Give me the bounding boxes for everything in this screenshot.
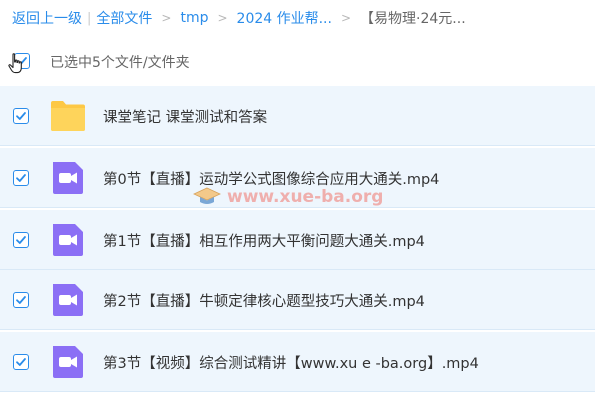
file-name[interactable]: 第0节【直播】运动学公式图像综合应用大通关.mp4 xyxy=(103,168,439,189)
chevron-right-icon: > xyxy=(161,11,172,25)
hand-pointer-icon xyxy=(8,53,22,74)
checkmark-icon xyxy=(16,296,26,304)
row-checkbox[interactable] xyxy=(13,170,29,186)
file-row-folder[interactable]: 课堂笔记 课堂测试和答案 xyxy=(0,86,595,146)
chevron-right-icon: > xyxy=(340,11,352,25)
checkmark-icon xyxy=(16,174,26,182)
checkmark-icon xyxy=(16,112,26,120)
video-camera-icon xyxy=(53,224,83,256)
back-link[interactable]: 返回上一级 xyxy=(12,8,82,28)
file-row-video[interactable]: 第2节【直播】牛顿定律核心题型技巧大通关.mp4 xyxy=(0,270,595,330)
selection-bar: 已选中5个文件/文件夹 xyxy=(0,44,595,78)
file-name[interactable]: 课堂笔记 课堂测试和答案 xyxy=(103,106,267,127)
breadcrumb: 返回上一级 | 全部文件 > tmp > 2024 作业帮... > 【易物理·… xyxy=(12,6,466,30)
row-checkbox[interactable] xyxy=(13,108,29,124)
breadcrumb-item-all-files[interactable]: 全部文件 xyxy=(96,8,152,28)
file-name[interactable]: 第3节【视频】综合测试精讲【www.xu e -ba.org】.mp4 xyxy=(103,352,479,373)
row-checkbox[interactable] xyxy=(13,232,29,248)
checkmark-icon xyxy=(16,358,26,366)
row-checkbox[interactable] xyxy=(13,292,29,308)
checkmark-icon xyxy=(16,236,26,244)
video-camera-icon xyxy=(53,162,83,194)
file-name[interactable]: 第2节【直播】牛顿定律核心题型技巧大通关.mp4 xyxy=(103,290,425,311)
file-row-video[interactable]: 第0节【直播】运动学公式图像综合应用大通关.mp4 xyxy=(0,148,595,208)
video-camera-icon xyxy=(53,346,83,378)
breadcrumb-item-tmp[interactable]: tmp xyxy=(180,10,208,26)
folder-icon xyxy=(51,101,85,131)
selection-count-text: 已选中5个文件/文件夹 xyxy=(50,55,190,71)
file-row-video[interactable]: 第1节【直播】相互作用两大平衡问题大通关.mp4 xyxy=(0,210,595,270)
breadcrumb-item-homework[interactable]: 2024 作业帮... xyxy=(237,8,332,28)
file-row-video[interactable]: 第3节【视频】综合测试精讲【www.xu e -ba.org】.mp4 xyxy=(0,332,595,392)
chevron-right-icon: > xyxy=(217,11,228,25)
breadcrumb-item-current: 【易物理·24元... xyxy=(360,11,466,27)
breadcrumb-divider: | xyxy=(87,10,92,26)
file-name[interactable]: 第1节【直播】相互作用两大平衡问题大通关.mp4 xyxy=(103,230,425,251)
video-camera-icon xyxy=(53,284,83,316)
row-checkbox[interactable] xyxy=(13,354,29,370)
